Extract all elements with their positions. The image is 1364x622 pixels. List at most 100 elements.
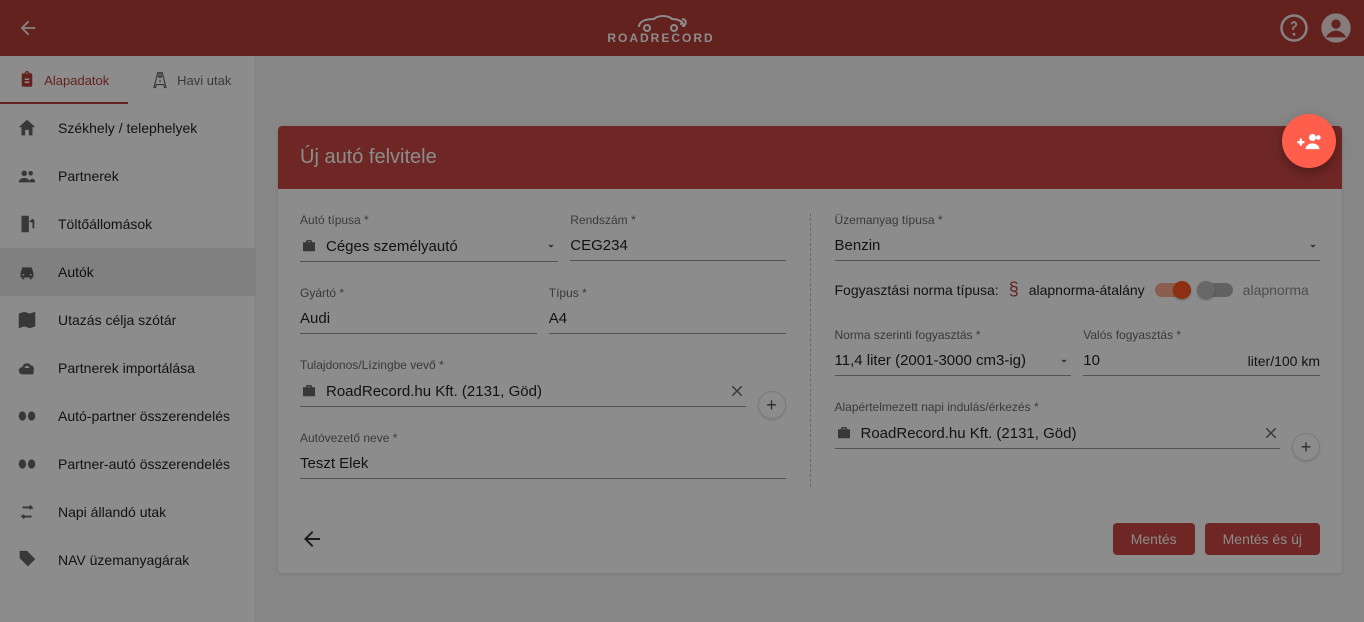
back-button[interactable] [300,523,332,555]
map-icon [16,309,38,331]
field-value: Audi [300,310,330,327]
sidebar-tab-label: Alapadatok [44,73,109,88]
plate-input[interactable]: CEG234 [570,233,785,261]
field-fuel: Üzemanyag típusa * Benzin [835,213,1321,261]
save-button[interactable]: Mentés [1113,523,1195,555]
field-real-consumption: Valós fogyasztás * 10 liter/100 km [1083,328,1320,376]
sidebar-item-nav-fuel[interactable]: NAV üzemanyagárak [0,536,255,584]
field-label: Gyártó * [300,286,537,300]
norm-type-toggle-on[interactable] [1155,283,1189,297]
app-name: ROADRECORD [607,31,714,45]
field-suffix: liter/100 km [1248,353,1320,369]
sidebar-item-daily-routes[interactable]: Napi állandó utak [0,488,255,536]
account-button[interactable] [1318,10,1354,46]
sidebar: Alapadatok Havi utak Székhely / telephel… [0,56,256,622]
field-value: A4 [549,310,567,327]
account-icon [1320,12,1352,44]
default-depart-input[interactable]: RoadRecord.hu Kft. (2131, Göd) [835,420,1281,449]
close-icon[interactable] [728,382,746,400]
driver-input[interactable]: Teszt Elek [300,451,786,479]
sidebar-item-label: Partnerek [58,168,119,184]
sidebar-item-label: Autó-partner összerendelés [58,408,230,424]
field-value: Céges személyautó [326,238,458,255]
sidebar-item-hq[interactable]: Székhely / telephelyek [0,104,255,152]
sidebar-item-label: Napi állandó utak [58,504,166,520]
field-label: Alapértelmezett napi indulás/érkezés * [835,400,1281,414]
arrow-left-icon [300,527,324,551]
sidebar-item-partners[interactable]: Partnerek [0,152,255,200]
sidebar-item-label: NAV üzemanyagárak [58,552,189,568]
save-and-new-button[interactable]: Mentés és új [1205,523,1320,555]
sidebar-tabs: Alapadatok Havi utak [0,56,255,104]
field-label: Üzemanyag típusa * [835,213,1321,227]
owner-input[interactable]: RoadRecord.hu Kft. (2131, Göd) [300,378,746,407]
sidebar-item-label: Partner-autó összerendelés [58,456,230,472]
group-icon [16,165,38,187]
loop-icon [16,501,38,523]
norm-type-row: Fogyasztási norma típusa: § alapnorma-át… [835,279,1321,300]
norm-type-off-label: alapnorma [1243,282,1309,298]
form-col-left: Autó típusa * Céges személyautó Rendszám… [300,205,786,495]
briefcase-icon [300,382,318,400]
field-value: RoadRecord.hu Kft. (2131, Göd) [326,383,542,400]
fuel-select[interactable]: Benzin [835,233,1321,261]
clipboard-icon [18,71,36,89]
field-value: Benzin [835,237,881,254]
car-type-select[interactable]: Céges személyautó [300,233,558,262]
sidebar-item-label: Autók [58,264,94,280]
cloud-upload-icon [16,357,38,379]
sidebar-item-import-partners[interactable]: Partnerek importálása [0,344,255,392]
field-driver: Autóvezető neve * Teszt Elek [300,431,786,479]
field-value: 11,4 liter (2001-3000 cm3-ig) [835,352,1026,369]
norm-consumption-select[interactable]: 11,4 liter (2001-3000 cm3-ig) [835,348,1072,376]
help-icon [1279,13,1309,43]
field-norm-consumption: Norma szerinti fogyasztás * 11,4 liter (… [835,328,1072,376]
field-car-type: Autó típusa * Céges személyautó [300,213,558,262]
field-default-depart: Alapértelmezett napi indulás/érkezés * R… [835,400,1281,449]
sidebar-tab-monthly-trips[interactable]: Havi utak [128,56,256,104]
field-model: Típus * A4 [549,286,786,334]
sidebar-item-label: Partnerek importálása [58,360,195,376]
sidebar-item-stations[interactable]: Töltőállomások [0,200,255,248]
sidebar-item-label: Székhely / telephelyek [58,120,197,136]
field-label: Valós fogyasztás * [1083,328,1320,342]
chevron-down-icon [1057,354,1071,368]
sidebar-item-label: Utazás célja szótár [58,312,176,328]
field-label: Norma szerinti fogyasztás * [835,328,1072,342]
maker-input[interactable]: Audi [300,306,537,334]
norm-type-on-label: alapnorma-átalány [1029,282,1145,298]
real-consumption-input[interactable]: 10 liter/100 km [1083,348,1320,376]
model-input[interactable]: A4 [549,306,786,334]
add-depart-button[interactable]: + [1292,433,1320,461]
close-icon[interactable] [1262,424,1280,442]
sidebar-tab-basic-data[interactable]: Alapadatok [0,56,128,104]
field-value: CEG234 [570,237,628,254]
panel-footer: Mentés Mentés és új [278,513,1342,573]
norm-type-toggle-off[interactable] [1199,283,1233,297]
field-label: Tulajdonos/Lízingbe vevő * [300,358,746,372]
add-owner-button[interactable]: + [758,391,786,419]
topbar: ROADRECORD [0,0,1364,56]
gas-station-icon [16,213,38,235]
sidebar-tab-label: Havi utak [177,73,231,88]
sidebar-item-label: Töltőállomások [58,216,152,232]
fab-add-users[interactable] [1282,114,1336,168]
field-value: RoadRecord.hu Kft. (2131, Göd) [861,425,1077,442]
sidebar-item-trip-dict[interactable]: Utazás célja szótár [0,296,255,344]
field-maker: Gyártó * Audi [300,286,537,334]
sidebar-list: Székhely / telephelyek Partnerek Töltőál… [0,104,255,584]
road-icon [151,71,169,89]
app-logo: ROADRECORD [607,11,714,45]
car-icon [16,261,38,283]
tag-icon [16,549,38,571]
form-col-right: Üzemanyag típusa * Benzin Fogyasztási no… [835,205,1321,495]
sidebar-item-partner-car[interactable]: Partner-autó összerendelés [0,440,255,488]
menu-toggle-button[interactable] [10,10,46,46]
sidebar-item-car-partner[interactable]: Autó-partner összerendelés [0,392,255,440]
panel-title: Új autó felvitele [278,126,1342,189]
help-button[interactable] [1276,10,1312,46]
field-label: Autó típusa * [300,213,558,227]
sidebar-item-cars[interactable]: Autók [0,248,255,296]
link-icon [16,405,38,427]
briefcase-icon [835,424,853,442]
